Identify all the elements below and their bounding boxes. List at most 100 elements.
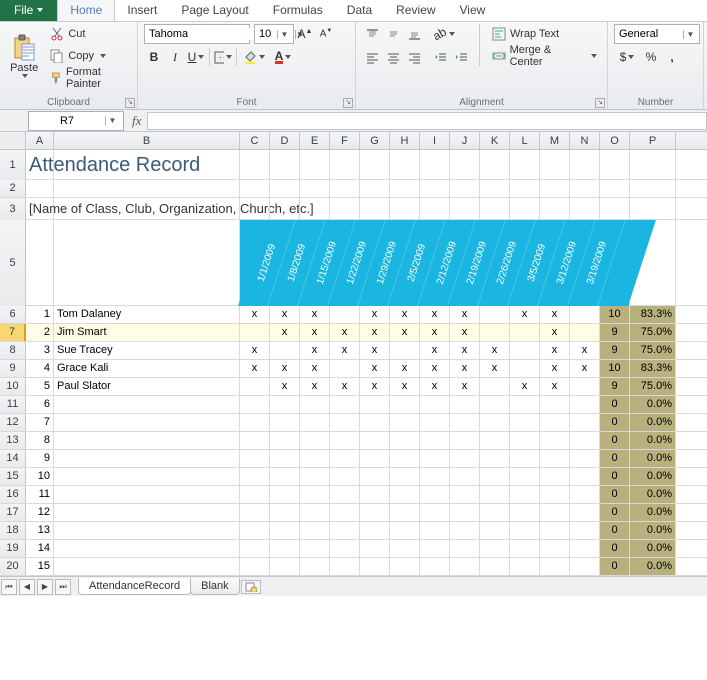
attendance-cell[interactable]: [510, 324, 540, 341]
shrink-font-button[interactable]: A▼: [316, 24, 336, 44]
attendance-cell[interactable]: [480, 522, 510, 539]
attendance-cell[interactable]: x: [480, 360, 510, 377]
attendance-cell[interactable]: [510, 360, 540, 377]
cell[interactable]: [510, 180, 540, 197]
attendance-cell[interactable]: [240, 378, 270, 395]
name-cell[interactable]: [54, 414, 240, 431]
name-cell[interactable]: Grace Kali: [54, 360, 240, 377]
count-cell[interactable]: 0: [600, 486, 630, 503]
cell[interactable]: [420, 150, 450, 180]
row-number[interactable]: 15: [26, 558, 54, 575]
attendance-cell[interactable]: [450, 504, 480, 521]
sheet-nav-prev[interactable]: ◀: [19, 579, 35, 595]
attendance-cell[interactable]: [360, 486, 390, 503]
attendance-cell[interactable]: x: [330, 324, 360, 341]
attendance-cell[interactable]: [480, 432, 510, 449]
attendance-cell[interactable]: x: [540, 306, 570, 323]
attendance-cell[interactable]: [270, 558, 300, 575]
attendance-cell[interactable]: [510, 468, 540, 485]
row-header-13[interactable]: 13: [0, 432, 26, 449]
pct-cell[interactable]: 83.3%: [630, 306, 676, 323]
attendance-cell[interactable]: x: [450, 378, 480, 395]
cell[interactable]: [420, 180, 450, 197]
attendance-cell[interactable]: [240, 414, 270, 431]
attendance-cell[interactable]: [240, 540, 270, 557]
pct-cell[interactable]: 75.0%: [630, 378, 676, 395]
attendance-cell[interactable]: x: [240, 342, 270, 359]
attendance-cell[interactable]: [570, 468, 600, 485]
cell[interactable]: [510, 198, 540, 220]
sheet-tab-blank[interactable]: Blank: [190, 578, 240, 595]
pct-cell[interactable]: 83.3%: [630, 360, 676, 377]
attendance-cell[interactable]: x: [450, 360, 480, 377]
column-header-E[interactable]: E: [300, 132, 330, 149]
sheet-nav-next[interactable]: ▶: [37, 579, 53, 595]
attendance-cell[interactable]: [390, 450, 420, 467]
count-cell[interactable]: 0: [600, 522, 630, 539]
attendance-cell[interactable]: [480, 414, 510, 431]
column-header-J[interactable]: J: [450, 132, 480, 149]
cell[interactable]: [630, 180, 676, 197]
attendance-cell[interactable]: [360, 468, 390, 485]
attendance-cell[interactable]: x: [510, 378, 540, 395]
row-header-10[interactable]: 10: [0, 378, 26, 395]
attendance-cell[interactable]: [540, 450, 570, 467]
attendance-cell[interactable]: x: [480, 342, 510, 359]
font-name-combo[interactable]: ▼: [144, 24, 250, 44]
row-header-2[interactable]: 2: [0, 180, 26, 197]
pct-cell[interactable]: 0.0%: [630, 468, 676, 485]
attendance-cell[interactable]: [450, 414, 480, 431]
attendance-cell[interactable]: [540, 396, 570, 413]
attendance-cell[interactable]: [300, 558, 330, 575]
attendance-cell[interactable]: [480, 306, 510, 323]
attendance-cell[interactable]: [420, 468, 450, 485]
name-cell[interactable]: [54, 558, 240, 575]
formula-input[interactable]: [147, 112, 707, 130]
cell[interactable]: [240, 180, 270, 197]
cell[interactable]: [330, 198, 360, 220]
cell[interactable]: [630, 198, 676, 220]
count-cell[interactable]: 0: [600, 414, 630, 431]
attendance-cell[interactable]: [360, 504, 390, 521]
row-number[interactable]: 2: [26, 324, 54, 341]
cell[interactable]: [570, 180, 600, 197]
cell-title[interactable]: Attendance Record: [26, 150, 54, 180]
row-header-12[interactable]: 12: [0, 414, 26, 431]
attendance-cell[interactable]: [360, 414, 390, 431]
attendance-cell[interactable]: [570, 324, 600, 341]
attendance-cell[interactable]: [360, 450, 390, 467]
cell[interactable]: [26, 220, 54, 306]
cell[interactable]: [26, 180, 54, 197]
attendance-cell[interactable]: [540, 522, 570, 539]
count-cell[interactable]: 9: [600, 378, 630, 395]
cell[interactable]: [54, 150, 240, 180]
attendance-cell[interactable]: x: [420, 324, 450, 341]
attendance-cell[interactable]: [330, 522, 360, 539]
wrap-text-button[interactable]: Wrap Text: [488, 24, 601, 44]
attendance-cell[interactable]: [270, 432, 300, 449]
cell[interactable]: [270, 150, 300, 180]
attendance-cell[interactable]: [450, 432, 480, 449]
cell[interactable]: [630, 150, 676, 180]
attendance-cell[interactable]: [330, 504, 360, 521]
attendance-cell[interactable]: x: [300, 306, 330, 323]
attendance-cell[interactable]: [390, 540, 420, 557]
orientation-button[interactable]: ab: [430, 24, 458, 44]
attendance-cell[interactable]: x: [390, 324, 420, 341]
cell[interactable]: [330, 180, 360, 197]
column-header-O[interactable]: O: [600, 132, 630, 149]
row-number[interactable]: 6: [26, 396, 54, 413]
cell[interactable]: [450, 180, 480, 197]
column-header-H[interactable]: H: [390, 132, 420, 149]
attendance-cell[interactable]: [270, 468, 300, 485]
attendance-cell[interactable]: [240, 504, 270, 521]
pct-cell[interactable]: 0.0%: [630, 540, 676, 557]
attendance-cell[interactable]: x: [270, 360, 300, 377]
pct-cell[interactable]: 0.0%: [630, 396, 676, 413]
attendance-cell[interactable]: x: [540, 360, 570, 377]
row-number[interactable]: 1: [26, 306, 54, 323]
attendance-cell[interactable]: [510, 432, 540, 449]
cell[interactable]: [300, 150, 330, 180]
row-number[interactable]: 13: [26, 522, 54, 539]
pct-cell[interactable]: 0.0%: [630, 414, 676, 431]
